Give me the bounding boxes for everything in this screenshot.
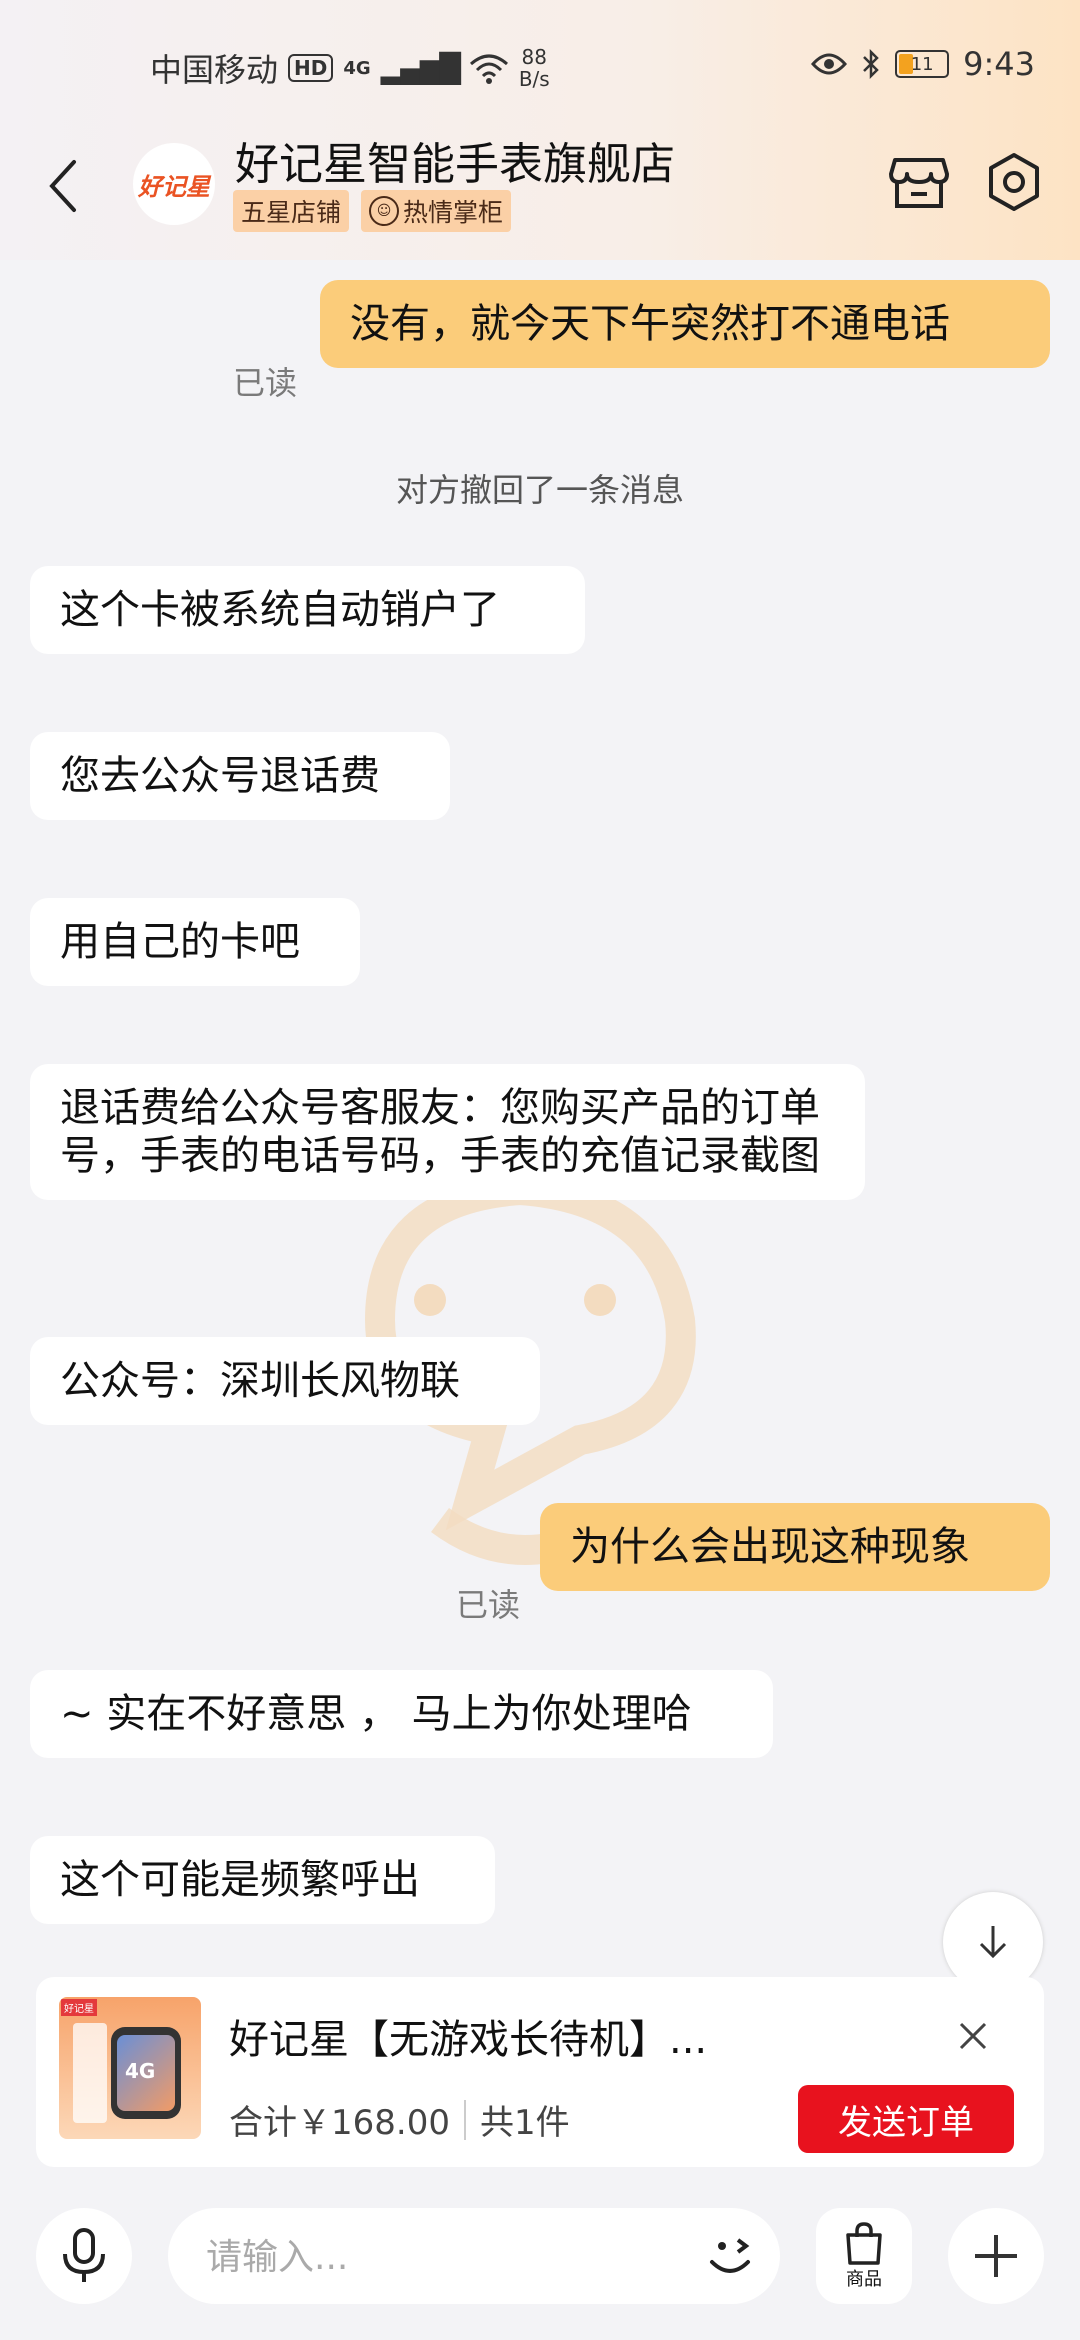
input-bar: 商品 xyxy=(0,2190,1080,2340)
product-stamp: 好记星 xyxy=(61,1999,97,2016)
product-thumbnail[interactable]: 好记星 4G xyxy=(59,1997,201,2139)
order-summary: 合计￥168.00 共1件 xyxy=(229,2095,570,2144)
message-bubble-incoming[interactable]: 这个可能是频繁呼出 xyxy=(30,1836,495,1924)
message-bubble-incoming[interactable]: 公众号：深圳长风物联 xyxy=(30,1337,540,1425)
back-button[interactable] xyxy=(48,158,88,228)
settings-icon xyxy=(989,153,1039,211)
read-receipt: 已读 xyxy=(456,1586,521,1624)
product-badge: 4G xyxy=(125,2059,156,2083)
microphone-icon xyxy=(63,2228,105,2282)
net-speed: 88 B/s xyxy=(518,45,550,91)
battery-icon: 11 xyxy=(895,50,950,78)
send-order-button[interactable]: 发送订单 xyxy=(798,2085,1014,2153)
message-input-container[interactable] xyxy=(168,2208,780,2304)
goods-button[interactable]: 商品 xyxy=(816,2208,912,2304)
order-count: 共1件 xyxy=(479,2103,570,2143)
message-bubble-outgoing[interactable]: 没有，就今天下午突然打不通电话 xyxy=(320,280,1050,368)
more-button[interactable] xyxy=(948,2208,1044,2304)
read-receipt: 已读 xyxy=(233,364,298,402)
shopping-bag-icon xyxy=(846,2222,882,2265)
settings-button[interactable] xyxy=(982,150,1046,214)
chevron-left-icon xyxy=(49,160,76,212)
tag-friendly-owner: ☺ 热情掌柜 xyxy=(361,190,512,232)
divider xyxy=(463,2099,466,2140)
message-bubble-incoming[interactable]: 您去公众号退话费 xyxy=(30,732,450,820)
hd-icon: HD xyxy=(288,54,334,82)
close-icon[interactable] xyxy=(958,2015,988,2061)
store-icon xyxy=(889,158,949,208)
recalled-notice: 对方撤回了一条消息 xyxy=(395,471,684,509)
message-bubble-incoming[interactable]: ~ 实在不好意思 ， 马上为你处理哈 xyxy=(30,1670,773,1758)
voice-button[interactable] xyxy=(36,2208,132,2304)
order-card[interactable]: 好记星 4G 好记星【无游戏长待机】... 合计￥168.00 共1件 发送订单 xyxy=(36,1977,1044,2167)
signal-icon: ▂▄▆█ xyxy=(380,51,461,85)
shop-tags: 五星店铺 ☺ 热情掌柜 xyxy=(233,190,512,232)
chat-header: 好记星 好记星智能手表旗舰店 五星店铺 ☺ 热情掌柜 xyxy=(0,120,1080,260)
shop-avatar[interactable]: 好记星 xyxy=(133,143,215,225)
emoji-icon[interactable] xyxy=(700,2226,760,2286)
order-total: 合计￥168.00 xyxy=(229,2103,450,2143)
message-bubble-incoming[interactable]: 这个卡被系统自动销户了 xyxy=(30,566,585,654)
product-title[interactable]: 好记星【无游戏长待机】... xyxy=(229,2007,707,2065)
message-input[interactable] xyxy=(204,2230,648,2284)
message-bubble-incoming[interactable]: 用自己的卡吧 xyxy=(30,898,360,986)
arrow-down-icon xyxy=(979,1926,1007,1959)
network-type: 4G xyxy=(343,57,371,79)
eye-icon xyxy=(811,53,848,75)
store-button[interactable] xyxy=(887,150,951,214)
smile-icon: ☺ xyxy=(369,196,400,226)
message-bubble-incoming[interactable]: 退话费给公众号客服友：您购买产品的订单号，手表的电话号码，手表的充值记录截图 xyxy=(30,1064,865,1200)
message-bubble-outgoing[interactable]: 为什么会出现这种现象 xyxy=(540,1503,1050,1591)
status-bar: 中国移动 HD 4G ▂▄▆█ 88 B/s 11 9:43 xyxy=(0,0,1080,130)
wifi-icon xyxy=(469,54,508,84)
bluetooth-icon xyxy=(863,48,879,80)
carrier-label: 中国移动 xyxy=(150,51,279,89)
goods-label: 商品 xyxy=(846,2269,882,2290)
shop-name[interactable]: 好记星智能手表旗舰店 xyxy=(235,128,675,192)
tag-five-star: 五星店铺 xyxy=(233,190,350,232)
plus-icon xyxy=(975,2235,1017,2277)
clock: 9:43 xyxy=(963,45,1035,83)
